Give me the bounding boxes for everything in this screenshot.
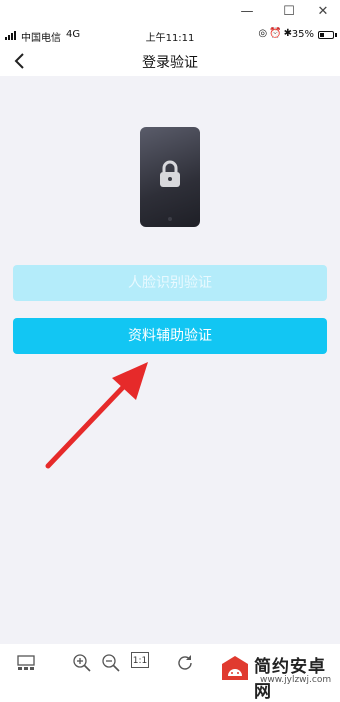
- home-button-dot: [168, 217, 172, 221]
- battery-icon: [318, 31, 334, 39]
- android-logo-icon: [222, 656, 248, 680]
- zoom-in-icon[interactable]: [71, 652, 93, 674]
- face-verify-button[interactable]: 人脸识别验证: [13, 265, 327, 301]
- zoom-out-icon[interactable]: [100, 652, 122, 674]
- battery-tip: [335, 33, 337, 37]
- annotation-arrow-icon: [45, 362, 148, 469]
- alarm-icon: ⏰: [269, 28, 284, 39]
- status-icons: ◎⏰✱: [258, 28, 294, 39]
- close-button[interactable]: ✕: [308, 0, 338, 24]
- viewer-toolbar: 1:1 简约安卓网 www.jylzwj.com: [0, 644, 340, 702]
- battery-percent: 35%: [291, 29, 314, 40]
- watermark-url: www.jylzwj.com: [260, 675, 332, 685]
- lock-icon: [160, 160, 180, 187]
- window-title-bar: — ☐ ✕: [0, 0, 340, 24]
- site-watermark: 简约安卓网 www.jylzwj.com: [214, 650, 340, 702]
- maximize-button[interactable]: ☐: [274, 0, 304, 24]
- thumbnail-view-icon[interactable]: [15, 652, 37, 674]
- nav-bar: 登录验证: [0, 46, 340, 76]
- phone-screen: 中国电信 4G 上午11:11 ◎⏰✱ 35% 登录验证 人脸识别验证 资料辅助…: [0, 24, 340, 644]
- page-title: 登录验证: [142, 55, 198, 71]
- phone-illustration: [140, 127, 200, 227]
- status-bar: 中国电信 4G 上午11:11 ◎⏰✱ 35%: [0, 24, 340, 46]
- rotate-icon[interactable]: [174, 652, 196, 674]
- data-verify-button[interactable]: 资料辅助验证: [13, 318, 327, 354]
- target-icon: ◎: [258, 28, 270, 39]
- actual-size-button[interactable]: 1:1: [131, 652, 149, 668]
- minimize-button[interactable]: —: [232, 0, 262, 24]
